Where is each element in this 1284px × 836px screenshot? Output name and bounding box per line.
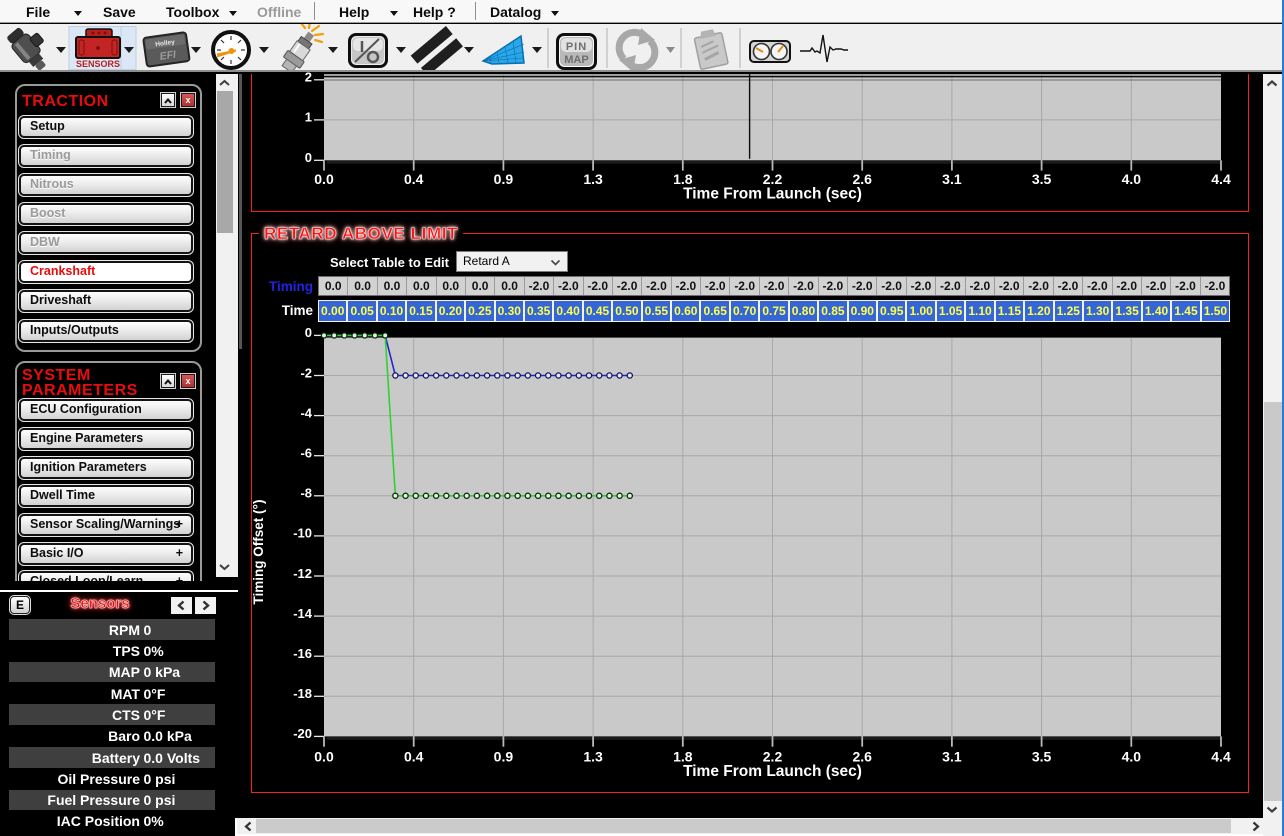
- svg-text:-10: -10: [293, 526, 312, 541]
- svg-text:3.1: 3.1: [942, 749, 962, 765]
- svg-text:Timing Offset (°): Timing Offset (°): [251, 500, 266, 605]
- svg-text:-8: -8: [300, 486, 312, 501]
- svg-text:1.3: 1.3: [583, 171, 603, 187]
- svg-text:0.0: 0.0: [314, 171, 334, 187]
- svg-text:4.0: 4.0: [1122, 749, 1142, 765]
- svg-text:0.0: 0.0: [314, 749, 334, 765]
- svg-text:4.4: 4.4: [1211, 749, 1231, 765]
- svg-text:3.1: 3.1: [942, 171, 962, 187]
- svg-text:0.4: 0.4: [404, 749, 424, 765]
- svg-text:3.5: 3.5: [1032, 171, 1052, 187]
- svg-text:-4: -4: [300, 405, 312, 420]
- svg-text:4.4: 4.4: [1211, 171, 1231, 187]
- svg-text:4.0: 4.0: [1122, 171, 1142, 187]
- svg-text:Time From Launch (sec): Time From Launch (sec): [683, 763, 862, 780]
- svg-text:2: 2: [305, 70, 312, 85]
- svg-text:-14: -14: [293, 606, 313, 621]
- svg-text:-6: -6: [300, 446, 312, 461]
- svg-text:-18: -18: [293, 686, 312, 701]
- svg-text:-20: -20: [293, 726, 312, 741]
- svg-text:0.9: 0.9: [494, 749, 514, 765]
- svg-text:0.9: 0.9: [494, 171, 514, 187]
- svg-text:-16: -16: [293, 646, 312, 661]
- svg-text:0: 0: [305, 325, 312, 340]
- svg-text:0: 0: [305, 150, 312, 165]
- svg-text:1.3: 1.3: [583, 749, 603, 765]
- svg-text:1: 1: [305, 110, 312, 125]
- svg-text:-2: -2: [300, 365, 312, 380]
- svg-text:0.4: 0.4: [404, 171, 424, 187]
- svg-text:3.5: 3.5: [1032, 749, 1052, 765]
- svg-text:Time From Launch (sec): Time From Launch (sec): [683, 185, 862, 202]
- svg-text:-12: -12: [293, 566, 312, 581]
